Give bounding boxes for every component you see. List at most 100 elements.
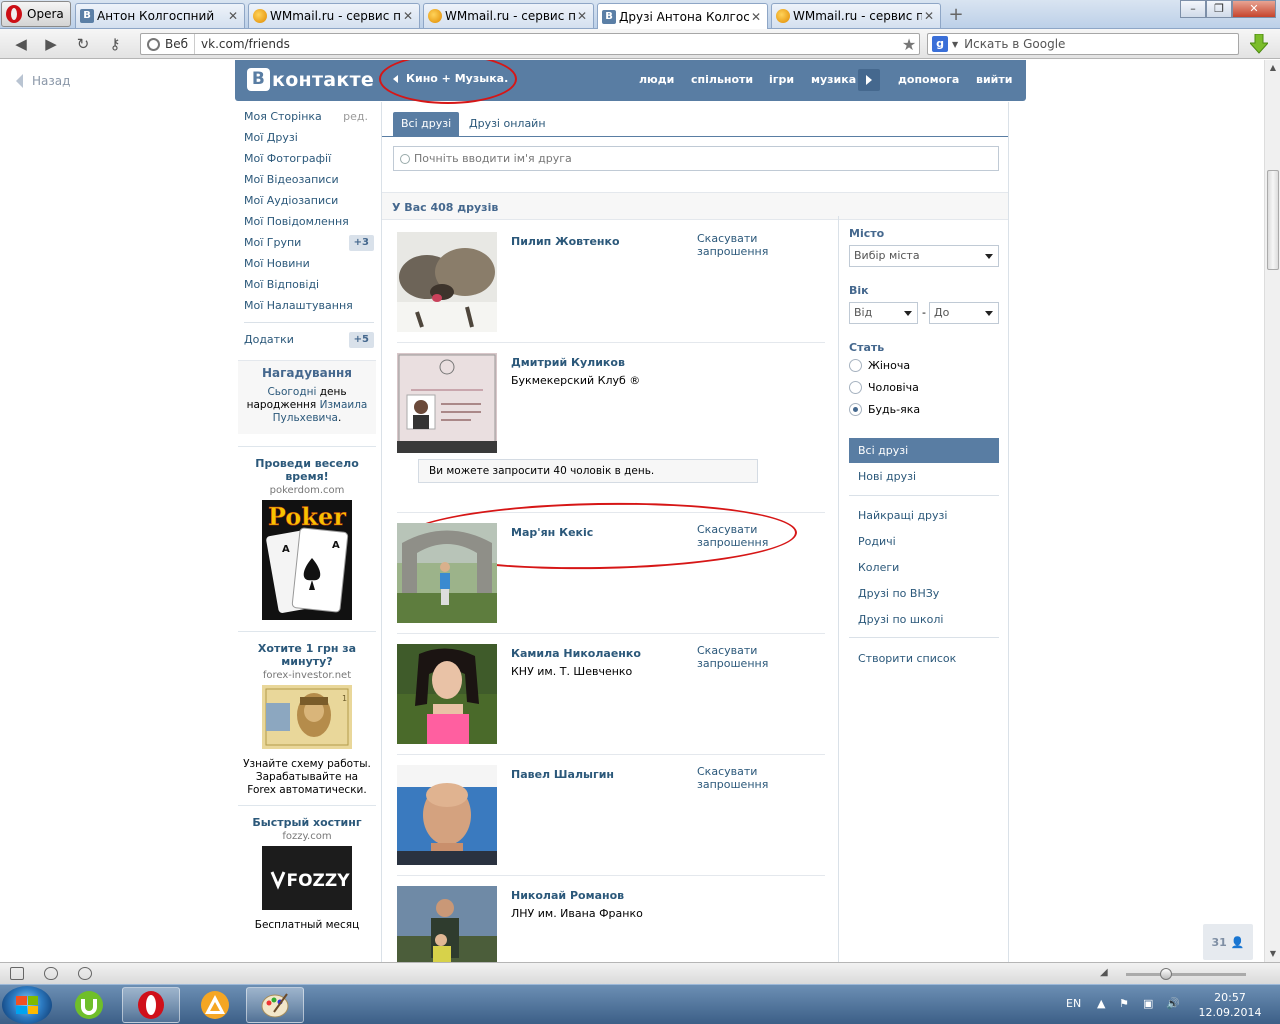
tab-friends-online[interactable]: Друзі онлайн [461, 112, 554, 136]
address-bar[interactable]: Веб vk.com/friends ★ [140, 33, 920, 55]
tab-all-friends[interactable]: Всі друзі [393, 112, 460, 136]
system-clock[interactable]: 20:57 12.09.2014 [1198, 990, 1262, 1020]
aimp-taskbar-button[interactable] [186, 987, 244, 1023]
ad-title[interactable]: Хотите 1 грн за минуту? [240, 642, 374, 668]
cancel-invite-link[interactable]: Скасувати запрошення [697, 523, 825, 549]
browser-tab[interactable]: WMmail.ru - сервис п... ✕ [248, 3, 420, 28]
key-icon[interactable]: ⚷ [106, 35, 124, 53]
age-to-select[interactable]: До [929, 302, 999, 324]
cancel-invite-link[interactable]: Скасувати запрошення [697, 765, 825, 791]
nav-people[interactable]: люди [639, 73, 674, 86]
friend-name[interactable]: Мар'ян Кекіс [511, 526, 593, 539]
speed-dial-icon[interactable] [78, 967, 92, 980]
scrollbar-thumb[interactable] [1267, 170, 1279, 270]
close-tab-icon[interactable]: ✕ [749, 10, 763, 24]
paint-taskbar-button[interactable] [246, 987, 304, 1023]
gender-radio-male[interactable]: Чоловіча [849, 381, 919, 394]
close-tab-icon[interactable]: ✕ [226, 9, 240, 23]
friend-photo[interactable] [397, 523, 497, 623]
fozzy-ad-image[interactable]: FOZZY [262, 846, 352, 910]
filter-colleagues[interactable]: Колеги [849, 555, 999, 580]
panel-toggle-icon[interactable] [10, 967, 24, 980]
utorrent-taskbar-button[interactable] [60, 987, 118, 1023]
zoom-slider-knob[interactable] [1160, 968, 1172, 980]
edit-page-link[interactable]: ред. [343, 106, 368, 127]
zoom-slider-track[interactable] [1126, 973, 1246, 976]
opera-taskbar-button[interactable] [122, 987, 180, 1023]
ad-block[interactable]: Хотите 1 грн за минуту? forex-investor.n… [238, 631, 376, 805]
vk-logo[interactable]: В контакте [247, 68, 374, 91]
scroll-up-icon[interactable]: ▲ [1265, 60, 1280, 76]
bookmark-star-icon[interactable]: ★ [899, 35, 919, 54]
friend-photo[interactable] [397, 765, 497, 865]
scroll-down-icon[interactable]: ▼ [1265, 946, 1280, 962]
radio-button-icon[interactable] [849, 381, 862, 394]
volume-icon[interactable]: 🔊 [1166, 997, 1180, 1010]
menu-item-news[interactable]: Мої Новини [238, 253, 376, 274]
close-window-button[interactable]: ✕ [1232, 0, 1276, 18]
gender-radio-female[interactable]: Жіноча [849, 359, 910, 372]
forward-arrow-icon[interactable]: ▶ [42, 35, 60, 53]
reload-icon[interactable]: ↻ [74, 35, 92, 53]
menu-item-videos[interactable]: Мої Відеозаписи [238, 169, 376, 190]
filter-best-friends[interactable]: Найкращі друзі [849, 503, 999, 528]
cancel-invite-link[interactable]: Скасувати запрошення [697, 232, 825, 258]
browser-tab[interactable]: WMmail.ru - сервис п... ✕ [423, 3, 594, 28]
friend-name[interactable]: Камила Николаенко [511, 647, 641, 660]
restore-window-button[interactable]: ❐ [1206, 0, 1232, 18]
filter-university-friends[interactable]: Друзі по ВНЗу [849, 581, 999, 606]
friend-name[interactable]: Дмитрий Куликов [511, 356, 625, 369]
opera-menu-button[interactable]: Opera [1, 1, 71, 27]
menu-item-audios[interactable]: Мої Аудіозаписи [238, 190, 376, 211]
url-text[interactable]: vk.com/friends [195, 37, 899, 51]
city-select[interactable]: Вибір міста [849, 245, 999, 267]
cancel-invite-link[interactable]: Скасувати запрошення [697, 644, 825, 670]
filter-new-friends[interactable]: Нові друзі [849, 464, 999, 489]
menu-item-settings[interactable]: Мої Налаштування [238, 295, 376, 316]
reminder-today-link[interactable]: Сьогодні [267, 386, 316, 398]
site-info-badge[interactable]: Веб [141, 34, 196, 54]
download-arrow-icon[interactable] [1250, 34, 1268, 54]
browser-tab-active[interactable]: B Друзі Антона Колгосп... ✕ [597, 3, 768, 29]
minimize-window-button[interactable]: – [1180, 0, 1206, 18]
menu-item-friends[interactable]: Мої Друзі [238, 127, 376, 148]
language-indicator[interactable]: EN [1066, 997, 1081, 1010]
nav-games[interactable]: ігри [769, 73, 794, 86]
start-button[interactable] [2, 986, 52, 1024]
menu-item-messages[interactable]: Мої Повідомлення [238, 211, 376, 232]
menu-item-photos[interactable]: Мої Фотографії [238, 148, 376, 169]
ad-block[interactable]: Быстрый хостинг fozzy.com FOZZY Бесплатн… [238, 805, 376, 940]
menu-item-answers[interactable]: Мої Відповіді [238, 274, 376, 295]
messenger-counter-button[interactable]: 31 👤 [1203, 924, 1253, 960]
new-tab-icon[interactable]: + [946, 5, 966, 25]
back-arrow-icon[interactable]: ◀ [12, 35, 30, 53]
close-tab-icon[interactable]: ✕ [401, 9, 415, 23]
friend-photo[interactable] [397, 644, 497, 744]
nav-help[interactable]: допомога [898, 73, 959, 86]
player-next-icon[interactable] [858, 69, 880, 91]
friend-name[interactable]: Пилип Жовтенко [511, 235, 620, 248]
tray-expand-icon[interactable]: ▲ [1097, 997, 1105, 1010]
ad-block[interactable]: Проведи весело время! pokerdom.com Poker… [238, 446, 376, 631]
gender-radio-any[interactable]: Будь-яка [849, 403, 920, 416]
close-tab-icon[interactable]: ✕ [575, 9, 589, 23]
ad-title[interactable]: Быстрый хостинг [240, 816, 374, 829]
banknote-ad-image[interactable]: 1 [262, 685, 352, 749]
menu-item-apps[interactable]: Додатки +5 [238, 329, 376, 350]
search-field[interactable]: g ▼ Искать в Google [927, 33, 1239, 55]
browser-tab[interactable]: B Антон Колгоспний ✕ [75, 3, 245, 28]
friend-photo[interactable] [397, 232, 497, 332]
zoom-out-icon[interactable]: ◢ [1100, 967, 1108, 978]
age-from-select[interactable]: Від [849, 302, 918, 324]
friend-name[interactable]: Николай Романов [511, 889, 624, 902]
ad-title[interactable]: Проведи весело время! [240, 457, 374, 483]
nav-logout[interactable]: вийти [976, 73, 1012, 86]
menu-item-groups[interactable]: Мої Групи +3 [238, 232, 376, 253]
cloud-icon[interactable] [44, 967, 58, 980]
filter-relatives[interactable]: Родичі [849, 529, 999, 554]
friend-name[interactable]: Павел Шалыгин [511, 768, 614, 781]
back-link[interactable]: Назад [16, 74, 70, 88]
friend-photo[interactable] [397, 353, 497, 453]
nav-communities[interactable]: спільноти [691, 73, 753, 86]
action-center-flag-icon[interactable]: ⚑ [1119, 997, 1129, 1010]
